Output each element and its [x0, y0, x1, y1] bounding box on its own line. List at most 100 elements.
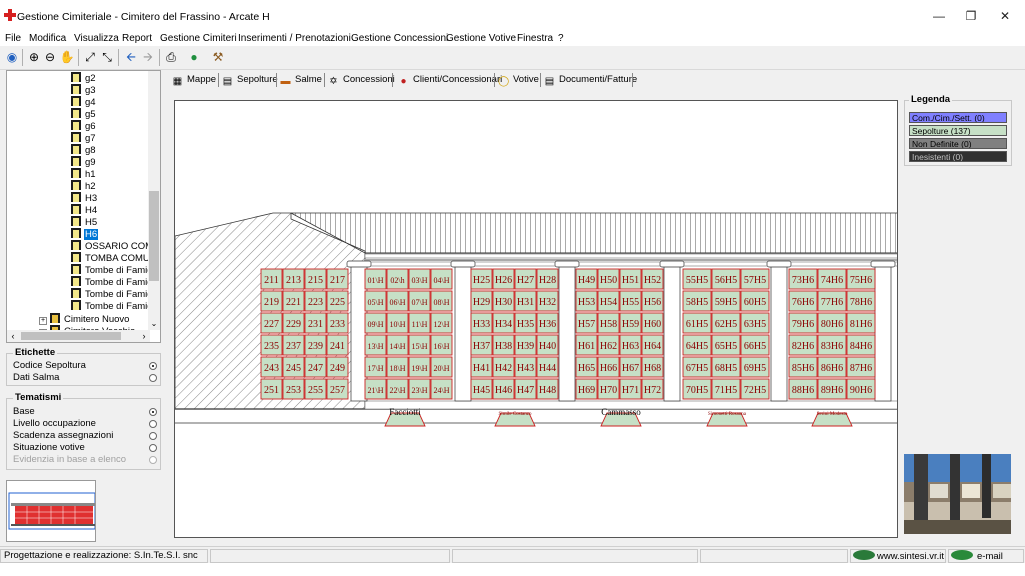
burial-cell[interactable]: 221 — [282, 290, 305, 312]
full-extent-icon[interactable]: ⤡ — [99, 49, 115, 65]
burial-cell[interactable]: 24\H — [430, 378, 453, 400]
burial-cell[interactable]: H54 — [597, 290, 620, 312]
print-icon[interactable]: ⎙ — [163, 49, 179, 65]
burial-cell[interactable]: 69H5 — [740, 356, 770, 378]
burial-cell[interactable]: H65 — [575, 356, 598, 378]
burial-cell[interactable]: 01\H — [364, 268, 387, 290]
burial-cell[interactable]: H45 — [470, 378, 493, 400]
burial-cell[interactable]: 257 — [326, 378, 349, 400]
burial-cell[interactable]: 255 — [304, 378, 327, 400]
burial-cell[interactable]: H41 — [470, 356, 493, 378]
tree-vertical-scrollbar[interactable]: ⌄ — [148, 71, 160, 330]
burial-cell[interactable]: H39 — [514, 334, 537, 356]
burial-cell[interactable]: 70H5 — [682, 378, 712, 400]
tree-scroll-thumb[interactable] — [149, 191, 159, 281]
zoom-in-icon[interactable]: ⊕ — [26, 49, 42, 65]
burial-cell[interactable]: 80H6 — [817, 312, 847, 334]
burial-cell[interactable]: 63H5 — [740, 312, 770, 334]
burial-cell[interactable]: H32 — [536, 290, 559, 312]
chevron-down-icon[interactable]: ⌄ — [148, 318, 160, 330]
fit-window-icon[interactable]: ⤢ — [82, 49, 98, 65]
burial-cell[interactable]: H30 — [492, 290, 515, 312]
burial-cell[interactable]: 88H6 — [788, 378, 818, 400]
menu-gestione-cimiteri[interactable]: Gestione Cimiteri — [160, 33, 237, 44]
burial-cell[interactable]: 76H6 — [788, 290, 818, 312]
burial-cell[interactable]: 251 — [260, 378, 283, 400]
burial-cell[interactable]: 23\H — [408, 378, 431, 400]
tree-hscroll-thumb[interactable] — [21, 332, 121, 340]
burial-cell[interactable]: H57 — [575, 312, 598, 334]
burial-cell[interactable]: H43 — [514, 356, 537, 378]
burial-cell[interactable]: 241 — [326, 334, 349, 356]
burial-cell[interactable]: 89H6 — [817, 378, 847, 400]
burial-cell[interactable]: H49 — [575, 268, 598, 290]
burial-cell[interactable]: 90H6 — [846, 378, 876, 400]
burial-cell[interactable]: H64 — [641, 334, 664, 356]
burial-cell[interactable]: 19\H — [408, 356, 431, 378]
burial-cell[interactable]: H63 — [619, 334, 642, 356]
burial-cell[interactable]: 68H5 — [711, 356, 741, 378]
restore-icon[interactable]: ❐ — [956, 6, 986, 26]
map-overview-thumbnail[interactable] — [6, 480, 96, 542]
tab-clienti-concessionari[interactable]: ● Clienti/Concessionari — [398, 73, 502, 87]
burial-cell[interactable]: H47 — [514, 378, 537, 400]
burial-cell[interactable]: H37 — [470, 334, 493, 356]
burial-cell[interactable]: 249 — [326, 356, 349, 378]
tree-item[interactable]: h2 — [71, 180, 97, 192]
burial-cell[interactable]: H31 — [514, 290, 537, 312]
burial-cell[interactable]: 73H6 — [788, 268, 818, 290]
burial-cell[interactable]: 66H5 — [740, 334, 770, 356]
tab-votive[interactable]: ◯ Votive — [498, 73, 539, 87]
status-website-link[interactable]: www.sintesi.vr.it — [850, 549, 946, 563]
menu-gestione-votive[interactable]: Gestione Votive — [446, 33, 516, 44]
burial-cell[interactable]: 15\H — [408, 334, 431, 356]
burial-cell[interactable]: 55H5 — [682, 268, 712, 290]
burial-cell[interactable]: 78H6 — [846, 290, 876, 312]
burial-cell[interactable]: H56 — [641, 290, 664, 312]
burial-cell[interactable]: H42 — [492, 356, 515, 378]
burial-cell[interactable]: H40 — [536, 334, 559, 356]
burial-cell[interactable]: H27 — [514, 268, 537, 290]
radio-dati-salma[interactable] — [149, 374, 157, 382]
tree-item[interactable]: g6 — [71, 120, 97, 132]
tree-item[interactable]: H3 — [71, 192, 98, 204]
burial-cell[interactable]: 227 — [260, 312, 283, 334]
tab-salme[interactable]: ▬ Salme — [280, 73, 322, 87]
arcate-map-drawing[interactable]: 211 213 215 217 219 221 223 225 227 229 231 233 235 2… — [175, 101, 898, 538]
burial-cell[interactable]: 17\H — [364, 356, 387, 378]
burial-cell[interactable]: 237 — [282, 334, 305, 356]
menu-finestra[interactable]: Finestra — [517, 33, 553, 44]
tree-item[interactable]: H4 — [71, 204, 98, 216]
burial-cell[interactable]: 75H6 — [846, 268, 876, 290]
burial-cell[interactable]: 72H5 — [740, 378, 770, 400]
burial-cell[interactable]: H71 — [619, 378, 642, 400]
burial-cell[interactable]: 04\H — [430, 268, 453, 290]
map-canvas[interactable]: 211 213 215 217 219 221 223 225 227 229 231 233 235 2… — [174, 100, 898, 538]
burial-cell[interactable]: H44 — [536, 356, 559, 378]
burial-cell[interactable]: H48 — [536, 378, 559, 400]
burial-cell[interactable]: H60 — [641, 312, 664, 334]
burial-cell[interactable]: 81H6 — [846, 312, 876, 334]
burial-cell[interactable]: H35 — [514, 312, 537, 334]
burial-cell[interactable]: 10\H — [386, 312, 409, 334]
cemetery-tree[interactable]: g2 g3 g4 g5 g6 g7 g8 g9 h1 h2 H3 H4 H5 H6 OSSARIO COMU… — [6, 70, 161, 343]
burial-cell[interactable]: H50 — [597, 268, 620, 290]
burial-cell[interactable]: H36 — [536, 312, 559, 334]
burial-cell[interactable]: 14\H — [386, 334, 409, 356]
burial-cell[interactable]: 82H6 — [788, 334, 818, 356]
tab-mappe[interactable]: ▦ Mappe — [172, 73, 216, 87]
burial-cell[interactable]: 231 — [304, 312, 327, 334]
burial-cell[interactable]: 77H6 — [817, 290, 847, 312]
radio-livello-occupazione[interactable] — [149, 420, 157, 428]
burial-cell[interactable]: 11\H — [408, 312, 431, 334]
menu-inserimenti-prenotazioni[interactable]: Inserimenti / Prenotazioni — [238, 33, 351, 44]
burial-cell[interactable]: 247 — [304, 356, 327, 378]
burial-cell[interactable]: 87H6 — [846, 356, 876, 378]
menu-report[interactable]: Report — [122, 33, 152, 44]
burial-cell[interactable]: H28 — [536, 268, 559, 290]
burial-cell[interactable]: 21\H — [364, 378, 387, 400]
menu-gestione-concessioni[interactable]: Gestione Concessioni — [351, 33, 448, 44]
tab-sepolture[interactable]: ▤ Sepolture — [222, 73, 278, 87]
burial-cell[interactable]: 67H5 — [682, 356, 712, 378]
tree-item[interactable]: g3 — [71, 84, 97, 96]
